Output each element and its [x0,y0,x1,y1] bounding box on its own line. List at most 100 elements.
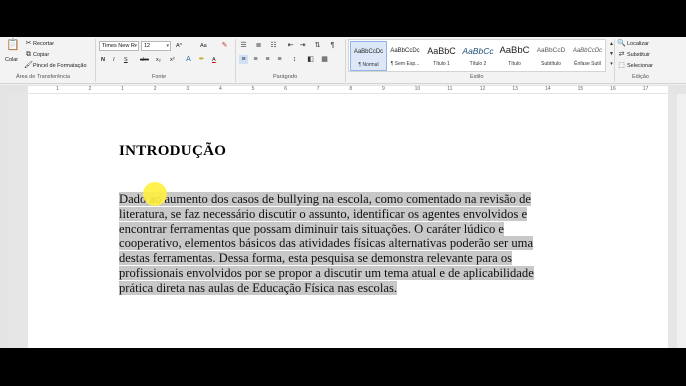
selected-text: destas ferramentas. Dessa forma, esta pe… [119,251,513,266]
underline-button[interactable]: S [124,57,128,63]
document-paragraph[interactable]: Dado ao aumento dos casos de bullying na… [119,192,549,296]
selected-text: profissionais envolvidos por se propor a… [119,265,534,280]
italic-button[interactable]: I [113,57,115,63]
shading-icon[interactable]: ◧ [306,55,315,64]
selected-text: encontrar ferramentas que possam diminui… [119,221,505,236]
vertical-scrollbar[interactable] [677,94,686,348]
chevron-down-icon: ▾ [134,43,137,49]
style-preview: AaBbCcDc [353,49,384,55]
mouse-highlight [143,182,167,206]
paragraph-line: destas ferramentas. Dessa forma, esta pe… [119,251,549,266]
word-window: 📋 Colar ✂ Recortar ⧉ Copiar 🖌 Pincel de … [0,37,686,348]
paste-icon[interactable]: 📋 [6,40,20,55]
selected-text: literatura, se faz necessário discutir o… [119,206,528,221]
ruler-number: 4 [219,86,222,92]
copy-button[interactable]: Copiar [33,52,49,58]
ruler-number: 2 [153,86,157,92]
paste-button[interactable]: Colar [5,57,18,63]
style-tile[interactable]: AaBbCcDc ¶ Normal [350,41,387,71]
clipboard-group-label: Área de Transferência [16,74,71,80]
separator [235,39,236,82]
line-spacing-icon[interactable]: ↕ [290,55,299,64]
horizontal-ruler[interactable]: 1 2 1 2 3 4 5 6 7 8 9 10 11 12 13 14 15 16 17 [0,85,686,94]
grow-font-button[interactable]: A^ [176,43,182,49]
ruler-number: 17 [642,86,649,92]
font-color-button[interactable]: A [212,57,216,63]
style-preview: AaBbCcD [536,47,566,54]
font-size-value: 12 [144,43,151,49]
decrease-indent-icon[interactable]: ⇤ [286,41,295,50]
sort-icon[interactable]: ⇅ [313,41,322,50]
multilevel-list-icon[interactable]: ☷ [269,41,278,50]
ruler-number: 1 [121,86,124,92]
ruler-number: 15 [577,86,584,92]
select-button[interactable]: Selecionar [627,63,653,69]
ruler-number: 12 [479,86,486,92]
justify-icon[interactable]: ≡ [275,55,284,64]
paragraph-line: profissionais envolvidos por se propor a… [119,265,549,281]
selected-text: cooperativo, elementos básicos das ativi… [119,236,534,251]
styles-group-label: Estilo [470,74,484,80]
ruler-number: 8 [349,86,353,92]
ruler-number: 10 [414,86,421,92]
format-painter-icon: 🖌 [24,62,33,69]
paragraph-line: encontrar ferramentas que possam diminui… [119,221,549,237]
styles-gallery: AaBbCcDc ¶ Normal AaBbCcDc ¶ Sem Esp... AaBb… [348,39,606,72]
clear-format-icon[interactable]: ✎ [220,41,229,50]
increase-indent-icon[interactable]: ⇥ [298,41,307,50]
font-size-combo[interactable]: 12 ▾ [141,41,171,51]
align-center-icon[interactable]: ≡ [251,55,260,64]
selected-text: prática direta nas aulas de Educação Fís… [119,280,397,295]
document-page[interactable]: INTRODUÇÃO Dado ao aumento dos casos de … [28,94,668,348]
ruler-number: 13 [512,86,518,92]
style-tile[interactable]: AaBbC Título 1 [423,41,460,71]
ruler-number: 16 [610,86,616,92]
paragraph-group-label: Parágrafo [273,74,298,80]
select-icon: ⬚ [618,62,625,69]
cut-button[interactable]: Recortar [33,41,54,47]
align-left-icon[interactable]: ≡ [239,55,248,64]
separator [614,39,615,82]
paragraph-line: Dado ao aumento dos casos de bullying na… [119,192,549,207]
selected-text: Dado ao aumento dos casos de bullying na… [119,192,531,206]
bold-button[interactable]: N [101,57,105,63]
style-name: Ênfase Sutil [574,61,601,67]
strikethrough-button[interactable]: abc [140,57,149,63]
copy-icon: ⧉ [26,51,31,58]
numbering-icon[interactable]: ≣ [254,41,263,50]
editing-group-label: Edição [632,74,649,80]
style-preview: AaBbCc [462,46,494,56]
style-tile[interactable]: AaBbCcDc Ênfase Sutil [569,41,606,71]
style-name: Subtítulo [541,61,561,67]
ribbon-home: 📋 Colar ✂ Recortar ⧉ Copiar 🖌 Pincel de … [0,37,686,84]
ruler-number: 7 [316,86,320,92]
style-preview: AaBbC [427,46,456,56]
paragraph-line: literatura, se faz necessário discutir o… [119,206,549,222]
ruler-number: 6 [284,86,287,92]
style-tile[interactable]: AaBbC Título [496,41,533,71]
style-tile[interactable]: AaBbCcD Subtítulo [533,41,570,71]
text-effects-icon[interactable]: A [184,55,193,64]
superscript-button[interactable]: x² [170,57,175,63]
highlight-color-icon[interactable]: ✒ [197,55,206,64]
ruler-number: 1 [56,86,59,92]
bullets-icon[interactable]: ☰ [239,41,248,50]
find-button[interactable]: Localizar [627,41,649,47]
style-name: ¶ Sem Esp... [390,61,420,67]
document-heading[interactable]: INTRODUÇÃO [119,143,226,160]
font-name-combo[interactable]: Times New R ▾ [99,41,139,51]
replace-button[interactable]: Substituir [627,52,650,58]
format-painter-button[interactable]: Pincel de Formatação [33,63,87,69]
style-tile[interactable]: AaBbCc Título 2 [460,41,497,71]
style-preview: AaBbCcDc [390,48,420,54]
borders-icon[interactable]: ▦ [320,55,329,64]
subscript-button[interactable]: x₂ [156,57,161,63]
align-right-icon[interactable]: ≡ [263,55,272,64]
vertical-ruler[interactable] [0,94,8,348]
font-group-label: Fonte [152,74,167,80]
ruler-number: 2 [88,86,92,92]
change-case-button[interactable]: Aa [200,43,207,49]
font-name-value: Times New R [102,43,135,49]
style-tile[interactable]: AaBbCcDc ¶ Sem Esp... [387,41,424,71]
show-marks-icon[interactable]: ¶ [328,41,337,50]
